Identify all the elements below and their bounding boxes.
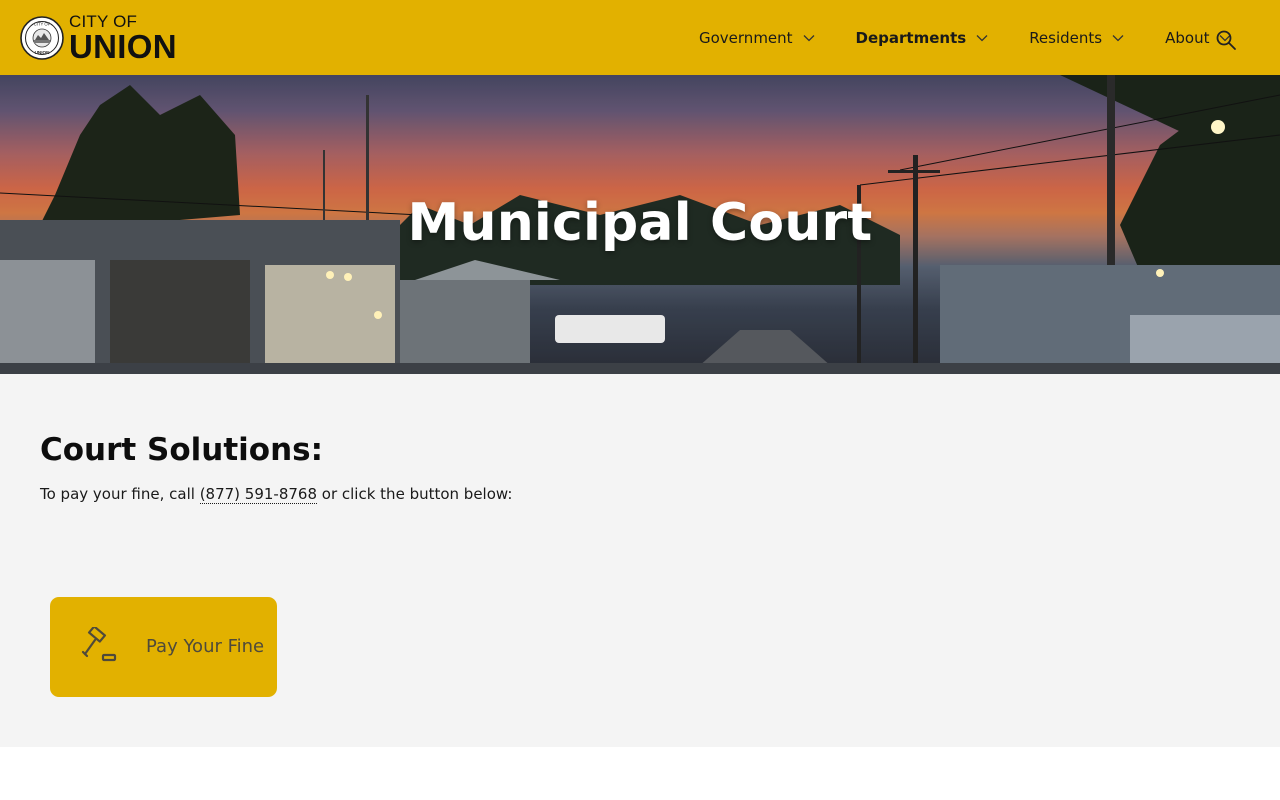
pay-instructions-before: To pay your fine, call [40,485,200,503]
pay-instructions-after: or click the button below: [317,485,513,503]
nav-item-government[interactable]: Government [699,29,815,47]
nav-label: Government [699,28,793,47]
chevron-down-icon [1112,34,1124,41]
svg-text:CITY OF: CITY OF [34,22,51,27]
chevron-down-icon [803,34,815,41]
page-title: Municipal Court [407,193,873,253]
search-icon[interactable] [1215,29,1237,51]
city-seal-icon: CITY OF UNION [20,16,64,60]
nav-item-departments[interactable]: Departments [856,29,989,47]
logo-big-text: UNION [69,28,177,65]
nav-label: Residents [1029,28,1103,47]
gavel-icon [81,627,117,662]
chevron-down-icon [976,34,988,41]
nav-item-residents[interactable]: Residents [1029,29,1124,47]
hero-banner: Municipal Court [0,75,1280,374]
pay-your-fine-button[interactable]: Pay Your Fine [50,597,277,697]
pay-instructions: To pay your fine, call (877) 591-8768 or… [40,485,513,504]
site-logo[interactable]: CITY OF UNION CITY OF UNION [20,13,177,63]
svg-text:UNION: UNION [35,50,50,55]
main-nav: Government Departments Residents About [699,0,1272,75]
site-header: CITY OF UNION CITY OF UNION Government D… [0,0,1280,75]
pay-button-label: Pay Your Fine [146,636,265,657]
nav-label: About [1165,28,1210,47]
section-heading: Court Solutions: [40,432,323,468]
nav-label: Departments [855,28,967,47]
logo-wordmark: CITY OF UNION [69,13,177,63]
phone-link[interactable]: (877) 591-8768 [199,485,318,504]
main-content: Court Solutions: To pay your fine, call … [0,374,1280,747]
